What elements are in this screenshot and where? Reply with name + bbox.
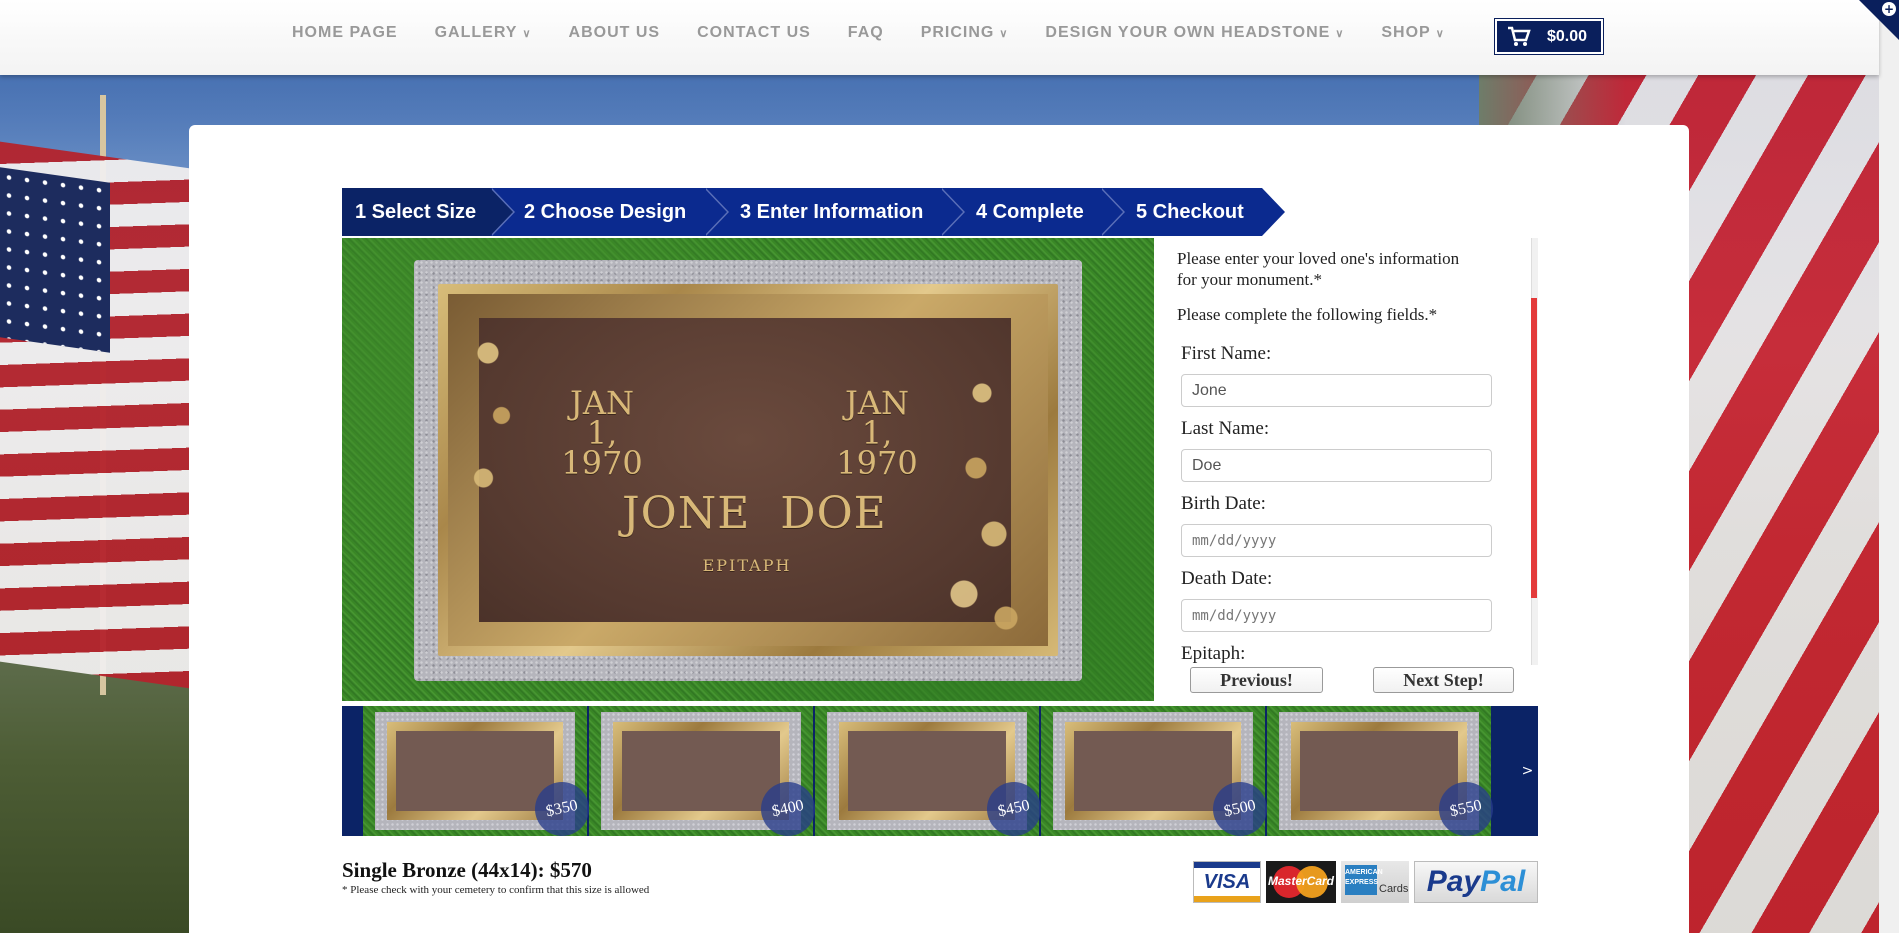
paypal-text-2: Pal (1480, 865, 1526, 898)
preview-epitaph: EPITAPH (702, 556, 792, 575)
thumb-plaque (1074, 731, 1232, 811)
floral-ornament-left (452, 303, 542, 553)
step-select-size[interactable]: 1 Select Size (342, 188, 513, 236)
step-choose-design[interactable]: 2 Choose Design (490, 188, 727, 236)
nav-item-label: PRICING (920, 24, 995, 41)
design-thumbnail[interactable]: $500 (1041, 706, 1273, 842)
chevron-down-icon: ∨ (999, 27, 1009, 40)
nav-item-faq[interactable]: FAQ (848, 24, 884, 42)
nav-item-label: DESIGN YOUR OWN HEADSTONE (1045, 24, 1331, 41)
step-label: 2 Choose Design (524, 200, 687, 223)
paypal-text-1: Pay (1426, 865, 1481, 898)
thumb-plaque (622, 731, 780, 811)
nav-item-label: FAQ (847, 24, 884, 41)
nav-item-label: CONTACT US (697, 24, 811, 41)
page-scrollbar[interactable] (1879, 0, 1899, 933)
step-label: 5 Checkout (1136, 200, 1244, 223)
thumb-plaque (848, 731, 1006, 811)
design-thumbnail[interactable]: $550 (1267, 706, 1499, 842)
headstone-preview: JAN 1, 1970 JAN 1, 1970 JONE DOE EPITAPH (342, 238, 1154, 701)
previous-button[interactable]: Previous! (1190, 667, 1323, 693)
nav-item-label: HOME PAGE (292, 24, 398, 41)
next-step-button[interactable]: Next Step! (1373, 667, 1514, 693)
cart-total: $0.00 (1547, 27, 1588, 45)
nav-item-contact-us[interactable]: CONTACT US (697, 24, 811, 42)
thumb-plaque (396, 731, 554, 811)
nav-item-label: GALLERY (434, 24, 518, 41)
amex-logo: AMERICAN EXPRESS Cards (1341, 861, 1409, 903)
design-carousel: $350 $400 $450 $500 $550 > (342, 706, 1538, 842)
chevron-down-icon: ∨ (1435, 27, 1445, 40)
nav-item-label: SHOP (1381, 24, 1431, 41)
shopping-cart-icon (1508, 26, 1531, 46)
cart-button[interactable]: $0.00 (1494, 18, 1604, 55)
epitaph-label: Epitaph: (1181, 643, 1246, 664)
mastercard-text: MasterCard (1267, 874, 1335, 888)
preview-name: JONE DOE (622, 488, 887, 539)
design-thumbnail[interactable]: $450 (815, 706, 1047, 842)
chevron-down-icon: ∨ (1335, 27, 1345, 40)
design-thumbnail[interactable]: $400 (589, 706, 821, 842)
main-menu: HOME PAGE GALLERY ∨ ABOUT US CONTACT US FAQ PR… (292, 24, 1482, 42)
date-line: 1970 (561, 444, 643, 482)
mastercard-logo: MasterCard (1266, 861, 1336, 903)
first-name-field[interactable]: Jone (1181, 374, 1492, 407)
form-instructions: Please complete the following fields.* (1177, 305, 1438, 324)
form-scrollbar-thumb[interactable] (1531, 298, 1537, 598)
product-title: Single Bronze (44x14): $570 (342, 858, 592, 882)
designer-panel: 1 Select Size 2 Choose Design 3 Enter In… (189, 125, 1689, 933)
carousel-next-button[interactable]: > (1517, 706, 1538, 836)
step-label: 4 Complete (976, 200, 1084, 223)
step-checkout[interactable]: 5 Checkout (1100, 188, 1285, 236)
date-line: 1970 (836, 444, 918, 482)
step-progress: 1 Select Size 2 Choose Design 3 Enter In… (342, 188, 1285, 236)
death-date-label: Death Date: (1181, 568, 1273, 589)
top-navigation-bar: HOME PAGE GALLERY ∨ ABOUT US CONTACT US FAQ PR… (0, 0, 1879, 75)
visa-logo: VISA (1193, 861, 1261, 903)
amex-box: AMERICAN EXPRESS (1345, 865, 1383, 895)
amex-cards-label: Cards (1379, 883, 1409, 895)
last-name-field[interactable]: Doe (1181, 449, 1492, 482)
nav-item-shop[interactable]: SHOP ∨ (1381, 24, 1444, 42)
death-date-field[interactable]: mm/dd/yyyy (1181, 599, 1492, 632)
thumb-plaque (1300, 731, 1458, 811)
birth-date-label: Birth Date: (1181, 493, 1266, 514)
cemetery-note: * Please check with your cemetery to con… (342, 884, 650, 896)
form-intro: Please enter your loved one's informatio… (1177, 249, 1460, 289)
information-form: Please enter your loved one's informatio… (1154, 238, 1517, 665)
date-line: JAN 1, (570, 384, 634, 452)
chevron-down-icon: ∨ (522, 27, 532, 40)
birth-date-field[interactable]: mm/dd/yyyy (1181, 524, 1492, 557)
nav-item-design-your-own-headstone[interactable]: DESIGN YOUR OWN HEADSTONE ∨ (1045, 24, 1344, 42)
last-name-label: Last Name: (1181, 418, 1270, 439)
design-thumbnail[interactable]: $350 (363, 706, 595, 842)
nav-item-home-page[interactable]: HOME PAGE (292, 24, 398, 42)
date-line: JAN 1, (845, 384, 909, 452)
nav-item-label: ABOUT US (568, 24, 661, 41)
preview-death-date: JAN 1, 1970 (827, 384, 927, 482)
step-complete[interactable]: 4 Complete (940, 188, 1123, 236)
nav-item-gallery[interactable]: GALLERY ∨ (435, 24, 532, 42)
first-name-label: First Name: (1181, 343, 1272, 364)
step-label: 1 Select Size (355, 200, 477, 223)
floral-ornament-right (922, 348, 1042, 648)
visa-stripe-bottom (1194, 896, 1260, 902)
nav-item-pricing[interactable]: PRICING ∨ (921, 24, 1009, 42)
paypal-logo: Pay Pal (1414, 861, 1538, 903)
nav-item-about-us[interactable]: ABOUT US (569, 24, 661, 42)
visa-text: VISA (1203, 871, 1251, 893)
step-enter-information[interactable]: 3 Enter Information (704, 188, 963, 236)
flag-canton (0, 167, 110, 353)
preview-birth-date: JAN 1, 1970 (552, 384, 652, 482)
plus-icon[interactable]: + (1882, 2, 1896, 16)
step-label: 3 Enter Information (740, 200, 924, 223)
